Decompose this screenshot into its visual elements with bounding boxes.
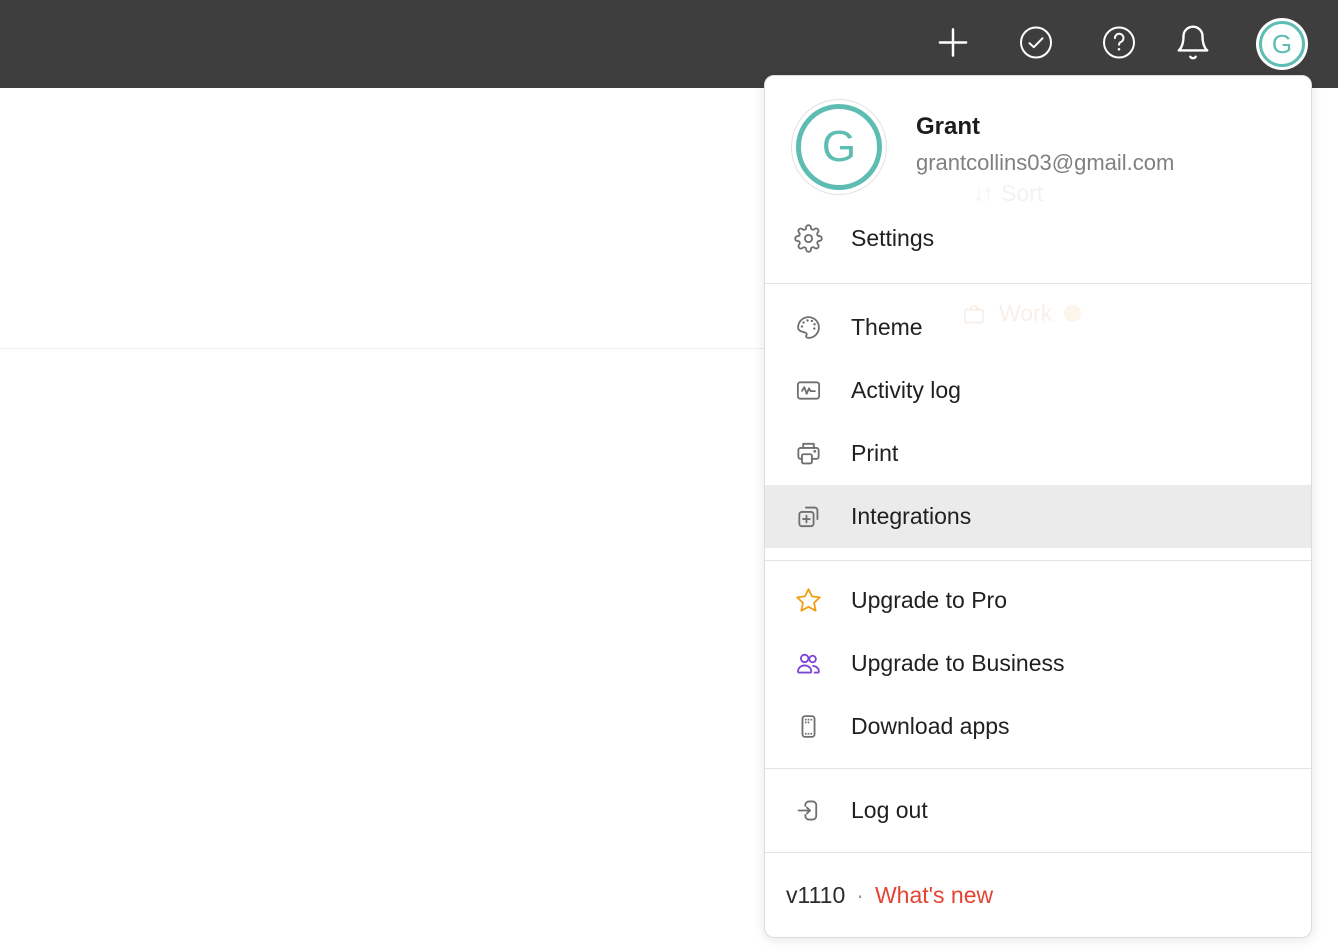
account-avatar-button[interactable]: G <box>1256 18 1308 70</box>
whats-new-link[interactable]: What's new <box>875 882 993 909</box>
add-task-button[interactable] <box>932 22 974 67</box>
notifications-button[interactable] <box>1174 24 1212 65</box>
menu-item-activity-log[interactable]: Activity log <box>765 359 1311 422</box>
question-circle-icon <box>1099 23 1139 66</box>
plus-icon <box>932 22 974 67</box>
menu-item-theme[interactable]: Theme <box>765 296 1311 359</box>
printer-icon <box>793 439 823 469</box>
star-icon <box>793 586 823 616</box>
logout-icon <box>793 796 823 826</box>
user-name: Grant <box>916 113 1174 141</box>
menu-section-account: G Grant grantcollins03@gmail.com Setting… <box>765 76 1311 283</box>
avatar: G <box>1256 18 1308 70</box>
version-label: v1110 <box>786 882 845 909</box>
menu-item-settings[interactable]: Settings <box>765 207 1311 270</box>
activity-icon <box>793 376 823 406</box>
check-circle-icon <box>1016 23 1056 66</box>
integrations-icon <box>793 502 823 532</box>
completed-tasks-button[interactable] <box>1016 23 1056 66</box>
menu-section-tools: Theme Activity log Print Integrations <box>765 283 1311 560</box>
menu-footer: v1110 · What's new <box>765 852 1311 938</box>
user-info: G Grant grantcollins03@gmail.com <box>765 100 1311 194</box>
palette-icon <box>793 313 823 343</box>
menu-item-log-out[interactable]: Log out <box>765 779 1311 842</box>
user-avatar: G <box>792 100 886 194</box>
separator-dot: · <box>856 882 864 909</box>
menu-item-upgrade-business[interactable]: Upgrade to Business <box>765 632 1311 695</box>
page-divider <box>0 348 765 349</box>
menu-item-print[interactable]: Print <box>765 422 1311 485</box>
bell-icon <box>1174 24 1212 65</box>
menu-item-integrations[interactable]: Integrations <box>765 485 1311 548</box>
gear-icon <box>793 224 823 254</box>
app-screen: G ↓↑ Sort Work G Grant grantcollins03@gm… <box>0 0 1338 952</box>
menu-section-upgrade: Upgrade to Pro Upgrade to Business Downl… <box>765 560 1311 768</box>
menu-section-logout: Log out <box>765 768 1311 852</box>
account-menu: ↓↑ Sort Work G Grant grantcollins03@gmai… <box>764 75 1312 938</box>
menu-item-upgrade-pro[interactable]: Upgrade to Pro <box>765 569 1311 632</box>
phone-apps-icon <box>793 712 823 742</box>
people-icon <box>793 649 823 679</box>
user-email: grantcollins03@gmail.com <box>916 150 1174 176</box>
help-button[interactable] <box>1099 23 1139 66</box>
menu-item-download-apps[interactable]: Download apps <box>765 695 1311 758</box>
